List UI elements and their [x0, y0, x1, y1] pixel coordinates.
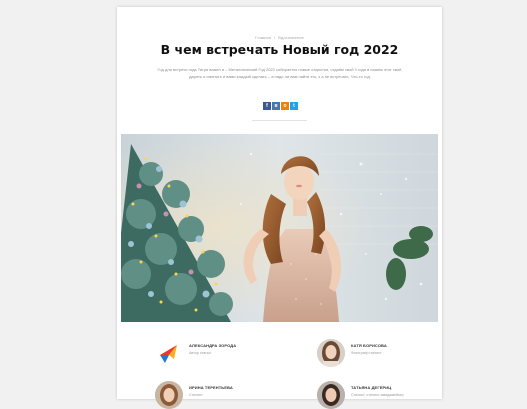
breadcrumb-home[interactable]: Главная	[255, 35, 271, 40]
breadcrumb: Главная / Вдохновение	[117, 35, 442, 40]
logo-bird-icon	[155, 339, 183, 367]
divider	[252, 120, 307, 121]
author-role: Автор статьи	[189, 351, 211, 355]
author-card[interactable]: ИРИНА ТЕРЕНТЬЕВА Стилист	[155, 381, 233, 409]
author-card[interactable]: ТАТЬЯНА ДЕГЕРИЦ Стилист, стилист-имиджме…	[317, 381, 404, 409]
author-role: Стилист, стилист-имиджмейкер	[351, 393, 404, 397]
author-role: Фотограф стилист	[351, 351, 382, 355]
author-card[interactable]: АЛЕКСАНДРА ЗОРОДА Автор статьи	[155, 339, 236, 367]
ok-icon[interactable]: о	[281, 102, 289, 110]
article-lead: Год для встречи года Тигра важен и – Мет…	[157, 67, 403, 79]
author-role: Стилист	[189, 393, 203, 397]
article-page: Главная / Вдохновение В чем встречать Новы…	[117, 7, 442, 409]
author-name: ТАТЬЯНА ДЕГЕРИЦ	[351, 385, 392, 390]
avatar	[317, 339, 345, 367]
breadcrumb-section[interactable]: Вдохновение	[278, 35, 304, 40]
avatar	[155, 381, 183, 409]
hero-photo-illustration	[121, 134, 438, 322]
author-name: АЛЕКСАНДРА ЗОРОДА	[189, 343, 237, 348]
hero-photo	[121, 134, 438, 322]
facebook-icon[interactable]: f	[263, 102, 271, 110]
authors-section: АЛЕКСАНДРА ЗОРОДА Автор статьи КАТЯ БОРИ…	[117, 337, 442, 409]
breadcrumb-separator: /	[274, 35, 276, 40]
share-buttons: f в о t	[263, 102, 298, 110]
author-card[interactable]: КАТЯ БОРИСОВА Фотограф стилист	[317, 339, 387, 367]
vk-icon[interactable]: в	[272, 102, 280, 110]
page-title: В чем встречать Новый год 2022	[160, 42, 399, 57]
author-name: ИРИНА ТЕРЕНТЬЕВА	[189, 385, 233, 390]
author-name: КАТЯ БОРИСОВА	[351, 343, 387, 348]
twitter-icon[interactable]: t	[290, 102, 298, 110]
avatar	[317, 381, 345, 409]
